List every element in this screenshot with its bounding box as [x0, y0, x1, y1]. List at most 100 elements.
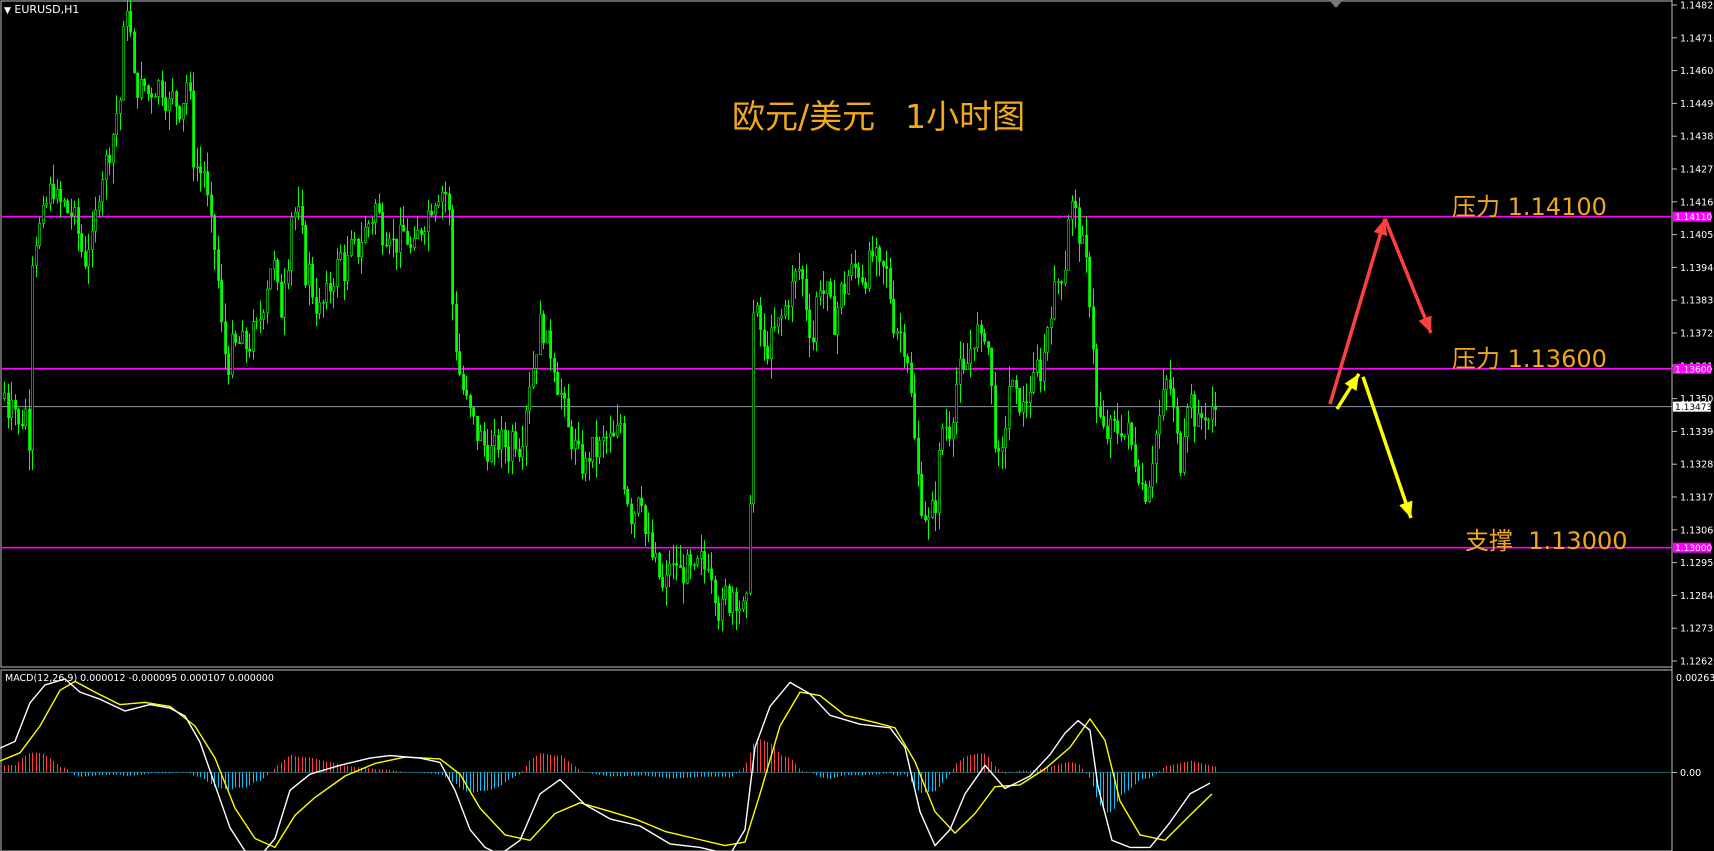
candle-body — [150, 93, 154, 98]
candle-body — [388, 238, 392, 246]
candle-body — [189, 82, 193, 92]
y-tick-label: 1.13720 — [1680, 329, 1714, 340]
candle-body — [553, 357, 557, 373]
level-price-tag-label: 1.13000 — [1675, 544, 1712, 554]
candle-body — [196, 166, 200, 169]
candle-body — [87, 249, 91, 267]
candle-body — [931, 500, 935, 518]
y-tick-label: 1.13060 — [1680, 525, 1714, 536]
candle-body — [63, 200, 67, 203]
candle-body — [700, 551, 704, 559]
candle-body — [175, 91, 179, 107]
candle-body — [31, 265, 35, 451]
candle-body — [430, 210, 434, 216]
candle-body — [374, 203, 378, 223]
candle-body — [1169, 379, 1173, 389]
candle-body — [70, 212, 74, 217]
level-price-tag-label: 1.14110 — [1675, 213, 1712, 223]
candle-body — [1214, 406, 1218, 410]
candle-body — [238, 342, 242, 344]
candle-body — [696, 557, 700, 566]
candle-body — [129, 10, 133, 33]
symbol-header[interactable]: ▼ EURUSD,H1 — [4, 3, 79, 16]
candle-body — [378, 203, 382, 213]
candle-body — [647, 532, 651, 534]
candle-body — [1190, 394, 1194, 408]
candle-body — [182, 103, 186, 120]
candle-body — [990, 347, 994, 387]
candle-body — [248, 348, 252, 352]
candle-body — [752, 312, 756, 505]
candle-body — [812, 337, 816, 343]
candle-body — [360, 242, 364, 258]
candle-body — [80, 233, 84, 252]
candle-body — [192, 90, 196, 168]
candle-body — [434, 205, 438, 216]
candle-body — [539, 313, 543, 356]
candle-body — [1074, 200, 1078, 208]
candle-body — [1001, 447, 1005, 452]
candle-body — [171, 91, 175, 100]
candle-body — [682, 567, 686, 584]
candle-body — [154, 96, 158, 98]
candle-body — [745, 592, 749, 602]
candle-body — [588, 458, 592, 462]
candle-body — [98, 201, 102, 211]
candle-body — [280, 281, 284, 318]
candle-body — [1123, 434, 1127, 437]
candle-body — [119, 99, 123, 114]
candle-body — [528, 386, 532, 412]
chart-title: 欧元/美元 1小时图 — [732, 90, 1025, 138]
candle-body — [441, 191, 445, 203]
candle-body — [651, 532, 655, 558]
candle-body — [724, 585, 728, 600]
triangle-down-icon[interactable]: ▼ — [4, 6, 11, 16]
candle-body — [105, 154, 109, 180]
candle-body — [332, 286, 336, 292]
candle-body — [605, 436, 609, 439]
y-tick-label: 1.14050 — [1680, 230, 1714, 241]
candle-body — [532, 368, 536, 388]
candle-body — [252, 321, 256, 352]
candle-body — [476, 416, 480, 441]
symbol-label: EURUSD,H1 — [14, 3, 80, 16]
candle-body — [738, 608, 742, 611]
candle-body — [304, 224, 308, 286]
candle-body — [514, 431, 518, 450]
candle-body — [1197, 413, 1201, 427]
candle-body — [1116, 420, 1120, 434]
candle-body — [728, 585, 732, 613]
candle-body — [1004, 428, 1008, 448]
candle-body — [602, 436, 606, 442]
candle-body — [199, 166, 203, 174]
candle-body — [854, 263, 858, 268]
candle-body — [1060, 281, 1064, 284]
candle-body — [52, 183, 56, 200]
candle-body — [206, 171, 210, 196]
candle-body — [707, 568, 711, 571]
candle-body — [633, 512, 637, 525]
candle-body — [875, 247, 879, 257]
candle-body — [217, 249, 221, 281]
candle-body — [847, 275, 851, 295]
candle-body — [871, 250, 875, 257]
candle-body — [1018, 388, 1022, 413]
candle-body — [1053, 281, 1057, 320]
candle-body — [815, 296, 819, 343]
candle-body — [3, 392, 7, 399]
y-tick-label: 1.12950 — [1680, 558, 1714, 569]
candle-body — [455, 303, 459, 352]
candle-body — [1022, 401, 1026, 413]
candle-body — [73, 207, 77, 217]
candle-body — [763, 329, 767, 347]
candle-body — [903, 332, 907, 357]
candle-body — [381, 212, 385, 246]
candle-body — [402, 224, 406, 232]
candle-body — [1141, 482, 1145, 485]
macd-label: MACD(12,26,9) 0.000012 -0.000095 0.00010… — [5, 673, 274, 684]
y-tick-label: 1.14710 — [1680, 33, 1714, 44]
candle-body — [84, 251, 88, 267]
candle-body — [710, 568, 714, 581]
candle-body — [630, 503, 634, 525]
candle-body — [637, 497, 641, 514]
